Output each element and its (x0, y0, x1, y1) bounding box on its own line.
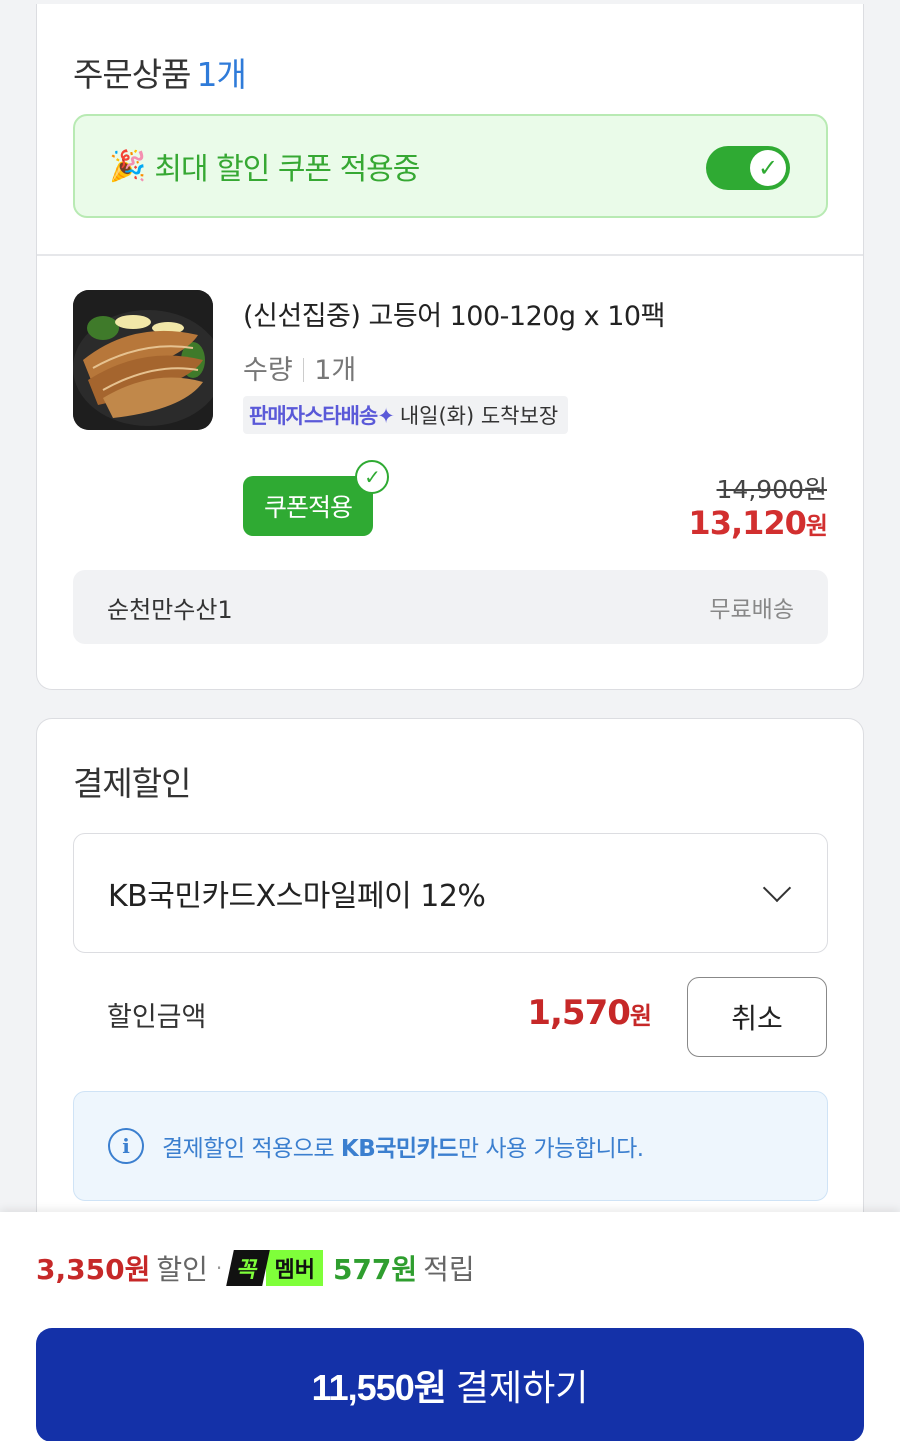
sale-price: 13,120원 (688, 504, 828, 542)
card-discount-select[interactable]: KB국민카드X스마일페이 12% (73, 833, 828, 953)
discount-amount-label: 할인금액 (107, 1002, 207, 1033)
coupon-applied-label: 쿠폰적용 (263, 493, 353, 522)
order-title: 주문상품 (73, 55, 191, 94)
info-icon: i (108, 1128, 144, 1164)
cancel-discount-button[interactable]: 취소 (687, 977, 827, 1057)
payment-info-notice: i 결제할인 적용으로 KB국민카드만 사용 가능합니다. (73, 1091, 828, 1201)
delivery-badge: 판매자스타배송✦ 내일(화) 도착보장 (243, 396, 569, 434)
info-text: 결제할인 적용으로 KB국민카드만 사용 가능합니다. (162, 1129, 644, 1163)
arrival-guarantee: 내일(화) 도착보장 (399, 404, 559, 428)
discount-amount-value: 1,570 (527, 993, 631, 1033)
divider (37, 254, 863, 256)
product-image[interactable] (73, 290, 213, 430)
quantity-label: 수량 (243, 355, 293, 386)
product-name[interactable]: (신선집중) 고등어 100-120g x 10팩 (243, 294, 665, 333)
sale-price-value: 13,120 (688, 504, 806, 542)
pay-amount: 11,550원 (311, 1367, 447, 1408)
sale-price-unit: 원 (805, 512, 828, 540)
info-card-name: KB국민카드 (340, 1136, 459, 1162)
selected-card-label: KB국민카드X스마일페이 12% (108, 879, 486, 914)
separator-dot: · (215, 1256, 223, 1280)
original-price: 14,900원 (716, 475, 827, 504)
seller-row: 순천만수산1 무료배송 (73, 570, 828, 644)
discount-amount: 1,570원 (527, 993, 652, 1033)
info-text-post: 만 사용 가능합니다. (457, 1136, 644, 1162)
chevron-down-icon (762, 873, 792, 903)
coupon-applied-button[interactable]: 쿠폰적용 ✓ (243, 460, 389, 536)
seller-name[interactable]: 순천만수산1 (107, 590, 233, 625)
reward-points: 577원 (332, 1253, 418, 1286)
coupon-toggle[interactable]: ✓ (706, 146, 790, 190)
member-badge-mark: 꼭 (226, 1250, 271, 1286)
discount-word: 할인 (156, 1253, 208, 1286)
member-badge-label: 멤버 (266, 1250, 323, 1286)
savings-summary: 3,350원 할인 · 꼭 멤버 577원 적립 (36, 1248, 475, 1288)
max-coupon-banner[interactable]: 🎉 최대 할인 쿠폰 적용중 ✓ (73, 114, 828, 218)
quantity-value: 1개 (314, 355, 357, 386)
discount-amount-unit: 원 (629, 1002, 652, 1030)
quantity-separator (302, 358, 305, 382)
shipping-fee: 무료배송 (709, 597, 794, 623)
check-icon: ✓ (750, 150, 786, 186)
order-section-title: 주문상품 1개 (73, 48, 247, 96)
bottom-checkout-bar: 3,350원 할인 · 꼭 멤버 577원 적립 11,550원 결제하기 (0, 1212, 900, 1441)
check-icon: ✓ (355, 460, 389, 494)
points-word: 적립 (423, 1253, 475, 1286)
payment-title: 결제할인 (73, 764, 191, 803)
order-products-card: 주문상품 1개 🎉 최대 할인 쿠폰 적용중 ✓ (신선집중) 고등어 100-1… (36, 4, 864, 690)
quantity-info: 수량 1개 (243, 348, 356, 387)
total-discount: 3,350원 (36, 1253, 151, 1286)
order-count: 1개 (196, 55, 246, 94)
coupon-banner-text: 최대 할인 쿠폰 적용중 (154, 152, 420, 187)
pay-label: 결제하기 (455, 1367, 589, 1408)
star-delivery-label: 판매자스타배송✦ (249, 404, 395, 428)
pay-button[interactable]: 11,550원 결제하기 (36, 1328, 864, 1441)
info-text-pre: 결제할인 적용으로 (162, 1136, 341, 1162)
member-badge: 꼭 멤버 (226, 1250, 323, 1286)
party-popper-icon: 🎉 (109, 148, 147, 184)
